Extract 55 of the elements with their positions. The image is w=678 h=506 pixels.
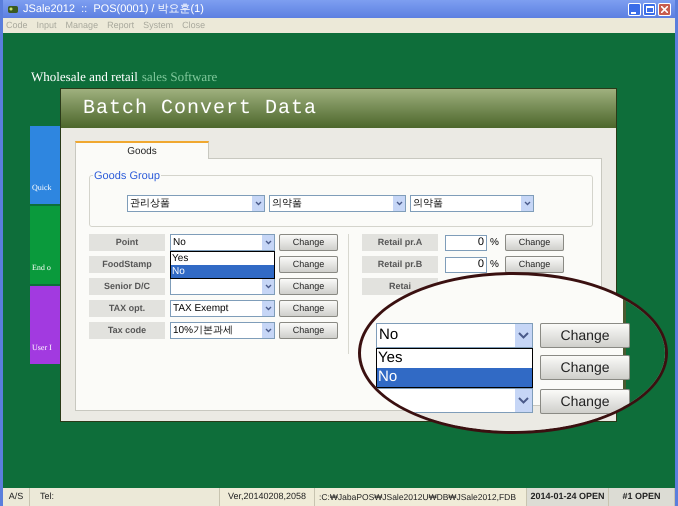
- menu-tile[interactable]: User I: [30, 286, 60, 364]
- maximize-icon: [646, 6, 654, 12]
- status-field: Ver,20140208,2058: [220, 488, 315, 506]
- dropdown[interactable]: [170, 278, 275, 295]
- dropdown[interactable]: 10%기본과세: [170, 322, 275, 339]
- dropdown-option[interactable]: No: [171, 265, 274, 278]
- dropdown-option[interactable]: Yes: [377, 349, 532, 368]
- change-button[interactable]: Change: [279, 322, 338, 339]
- dropdown[interactable]: No: [170, 234, 275, 251]
- minimize-button[interactable]: [628, 2, 641, 16]
- change-button[interactable]: Change: [279, 234, 338, 251]
- status-field: :C:₩JabaPOS₩JSale2012U₩DB₩JSale2012,FDB: [315, 488, 527, 506]
- status-field: A/S: [3, 488, 30, 506]
- dropdown[interactable]: No: [376, 323, 533, 348]
- field-label: Point: [89, 234, 165, 251]
- change-button[interactable]: Change: [279, 300, 338, 317]
- field-label: Retail pr.A: [362, 234, 438, 251]
- change-button[interactable]: Change: [505, 256, 564, 273]
- field-label: Tax code: [89, 322, 165, 339]
- change-button[interactable]: Change: [505, 234, 564, 251]
- unit-label: %: [490, 258, 500, 272]
- change-button[interactable]: Change: [540, 323, 630, 348]
- number-field[interactable]: 0: [445, 234, 487, 250]
- banner-text: sales Software: [142, 68, 218, 86]
- close-icon: [661, 6, 668, 12]
- change-button[interactable]: Change: [279, 256, 338, 273]
- dropdown[interactable]: TAX Exempt: [170, 300, 275, 317]
- app-icon: [7, 4, 19, 14]
- field-label: FoodStamp: [89, 256, 165, 273]
- change-button[interactable]: Change: [540, 355, 630, 380]
- minimize-icon: [631, 10, 638, 14]
- dropdown[interactable]: [376, 388, 533, 413]
- close-button[interactable]: [658, 2, 671, 16]
- change-button[interactable]: Change: [540, 389, 630, 414]
- number-field[interactable]: 0: [445, 256, 487, 272]
- menu-tile[interactable]: End o: [30, 206, 60, 284]
- maximize-button[interactable]: [643, 2, 656, 16]
- dialog-title: Batch Convert Data: [83, 96, 318, 122]
- status-field: 2014-01-24 OPEN: [527, 488, 609, 506]
- banner-text: Wholesale and retail: [31, 68, 138, 86]
- change-button[interactable]: Change: [279, 278, 338, 295]
- field-label: Retail pr.B: [362, 256, 438, 273]
- dropdown-option[interactable]: No: [377, 368, 532, 387]
- tab[interactable]: Goods: [75, 141, 209, 159]
- field-label: Senior D/C: [89, 278, 165, 295]
- window-title: JSale2012 :: POS(0001) / 박요훈(1): [23, 2, 204, 17]
- dropdown-option[interactable]: Yes: [171, 252, 274, 265]
- status-field: #1 OPEN: [609, 488, 675, 506]
- unit-label: %: [490, 236, 500, 250]
- group-legend: Goods Group: [93, 168, 162, 184]
- dropdown[interactable]: 의약품: [410, 194, 534, 212]
- menu-tile[interactable]: Quick: [30, 126, 60, 204]
- dropdown[interactable]: 관리상품: [127, 194, 265, 212]
- field-label: TAX opt.: [89, 300, 165, 317]
- dropdown[interactable]: 의약품: [269, 194, 406, 212]
